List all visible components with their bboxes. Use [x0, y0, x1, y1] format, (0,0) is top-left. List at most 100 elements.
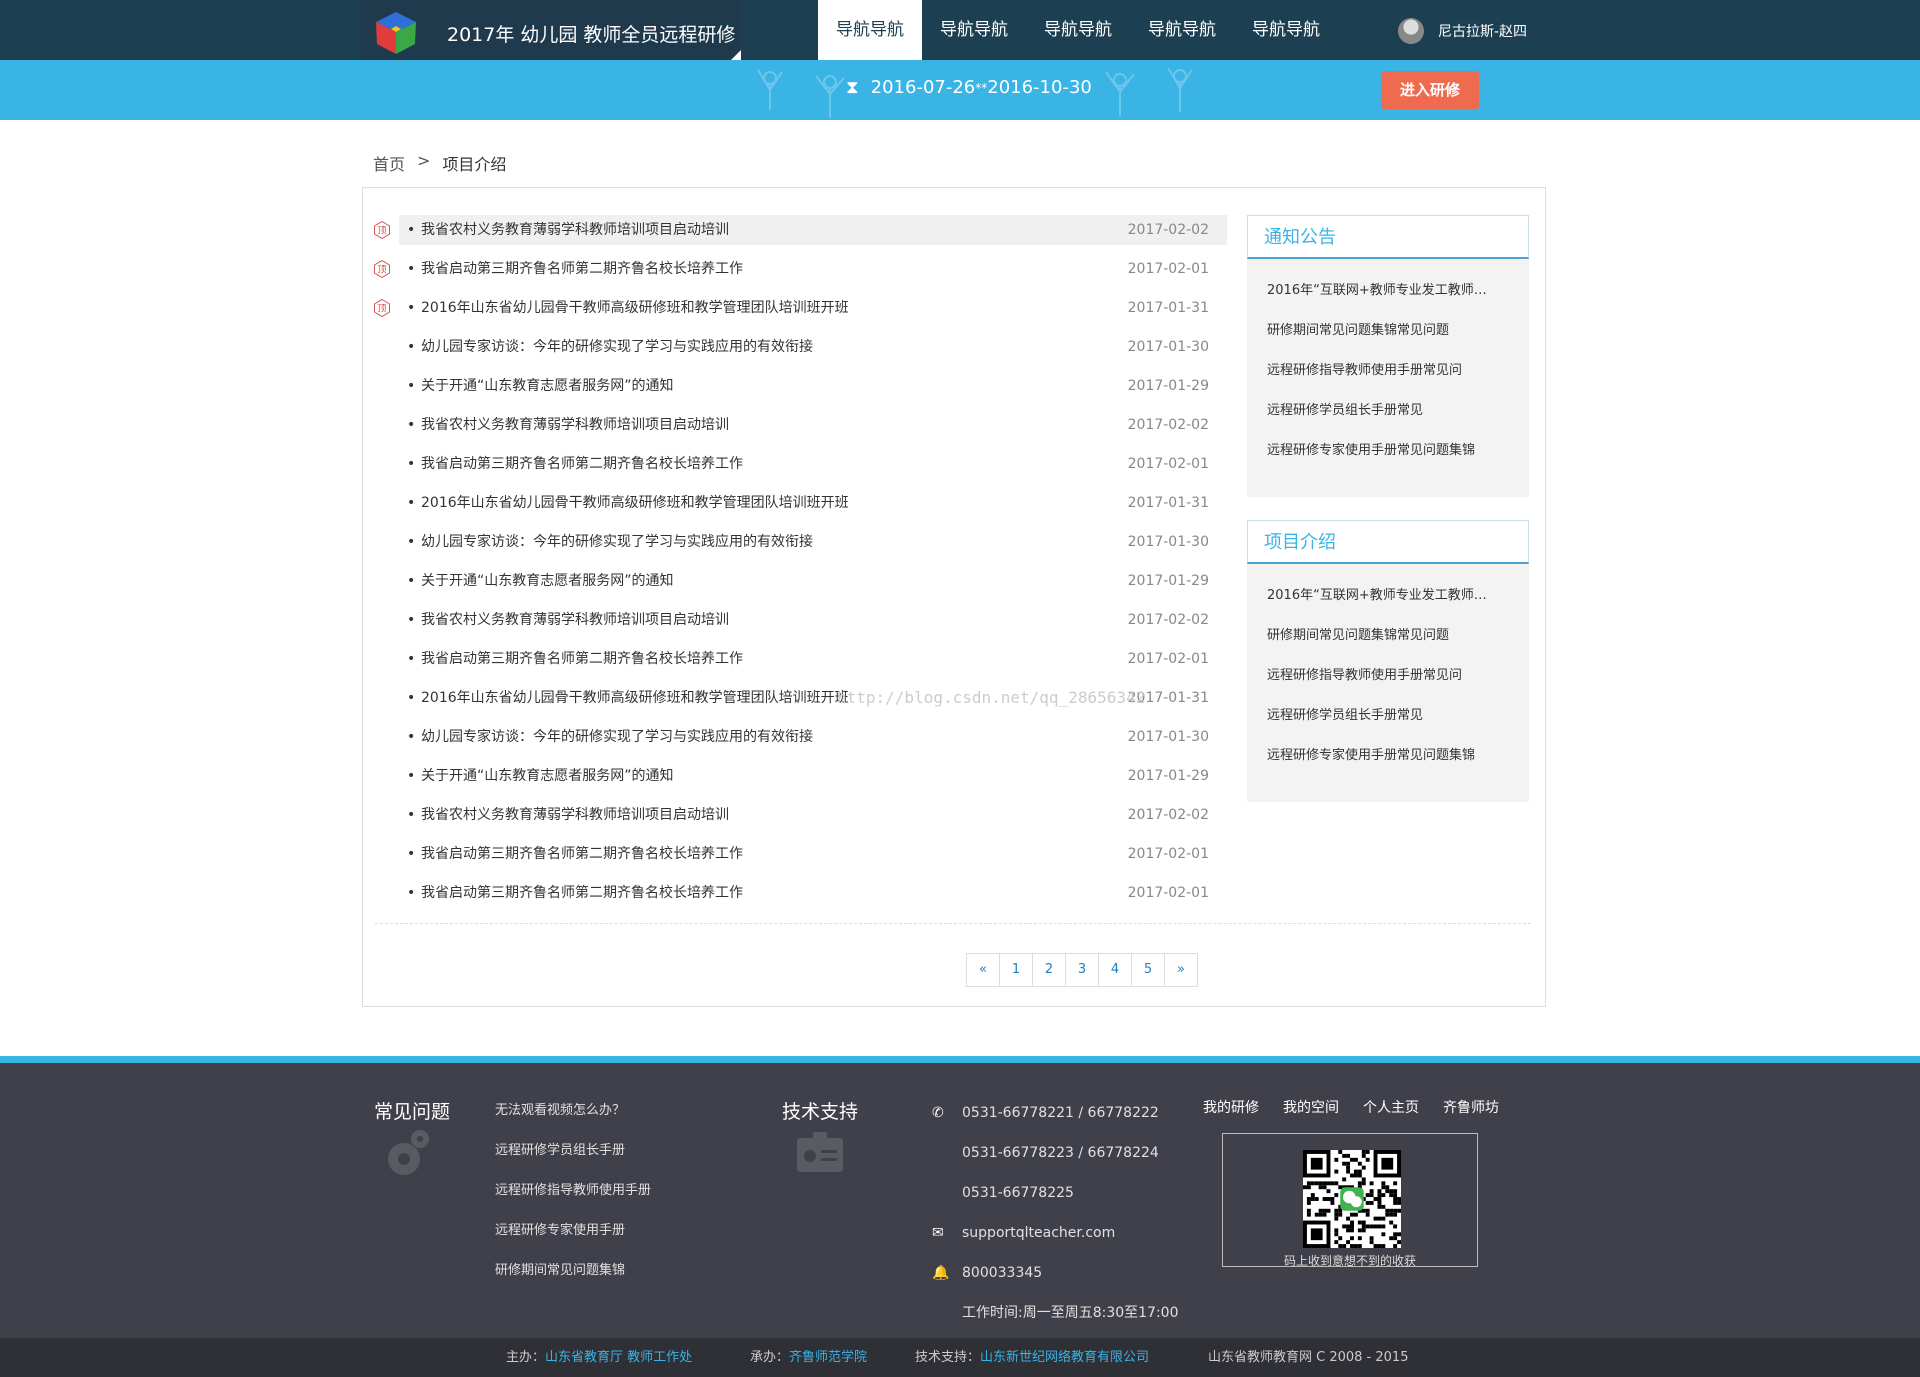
contact-text: 0531-66778221 / 66778222: [962, 1105, 1159, 1121]
project-item[interactable]: 研修期间常见问题集锦常见问题: [1267, 628, 1449, 643]
project-item[interactable]: 2016年“互联网+教师专业发工教师…: [1267, 588, 1487, 603]
notice-item[interactable]: 远程研修学员组长手册常见: [1267, 403, 1423, 418]
news-date: 2017-01-30: [1127, 729, 1209, 745]
brand[interactable]: 2017年 幼儿园 教师全员远程研修: [361, 0, 741, 60]
list-item[interactable]: • 我省农村义务教育薄弱学科教师培训项目启动培训 2017-02-02: [369, 605, 1229, 644]
notice-item[interactable]: 远程研修专家使用手册常见问题集锦: [1267, 443, 1475, 458]
notice-title: 通知公告: [1247, 215, 1529, 259]
news-title[interactable]: 关于开通“山东教育志愿者服务网”的通知: [421, 371, 674, 401]
news-title[interactable]: 我省启动第三期齐鲁名师第二期齐鲁名校长培养工作: [421, 254, 743, 284]
news-date: 2017-01-30: [1127, 534, 1209, 550]
page-1-button[interactable]: 1: [999, 953, 1033, 987]
contact-row: 工作时间:周一至周五8:30至17:00: [932, 1293, 1179, 1333]
faq-link[interactable]: 远程研修专家使用手册: [495, 1211, 651, 1251]
list-item[interactable]: • 我省启动第三期齐鲁名师第二期齐鲁名校长培养工作 2017-02-01: [369, 644, 1229, 683]
tech-info: 技术支持：山东新世纪网络教育有限公司: [915, 1338, 1149, 1377]
page-5-button[interactable]: 5: [1131, 953, 1165, 987]
footer-nav-link[interactable]: 齐鲁师坊: [1443, 1097, 1499, 1117]
notice-item[interactable]: 2016年“互联网+教师专业发工教师…: [1267, 283, 1487, 298]
page-3-button[interactable]: 3: [1065, 953, 1099, 987]
news-title[interactable]: 我省农村义务教育薄弱学科教师培训项目启动培训: [421, 410, 729, 440]
bullet-icon: •: [407, 417, 416, 433]
faq-link[interactable]: 远程研修指导教师使用手册: [495, 1171, 651, 1211]
list-item[interactable]: • 我省农村义务教育薄弱学科教师培训项目启动培训 2017-02-02: [369, 800, 1229, 839]
contact-row: 🔔 800033345: [932, 1253, 1179, 1293]
nav-item-2[interactable]: 导航导航: [922, 0, 1026, 60]
news-title[interactable]: 幼儿园专家访谈：今年的研修实现了学习与实践应用的有效衔接: [421, 722, 813, 752]
copyright-bar: 主办：山东省教育厅 教师工作处 承办：齐鲁师范学院 技术支持：山东新世纪网络教育…: [0, 1338, 1920, 1377]
news-date: 2017-02-01: [1127, 456, 1209, 472]
gear-icon: [388, 1130, 429, 1175]
news-title[interactable]: 幼儿园专家访谈：今年的研修实现了学习与实践应用的有效衔接: [421, 527, 813, 557]
page-4-button[interactable]: 4: [1098, 953, 1132, 987]
phone-icon: ✆: [932, 1105, 944, 1121]
enter-training-button[interactable]: 进入研修: [1381, 71, 1479, 109]
news-title[interactable]: 2016年山东省幼儿园骨干教师高级研修班和教学管理团队培训班开班: [421, 683, 849, 713]
page-2-button[interactable]: 2: [1032, 953, 1066, 987]
list-item[interactable]: • 我省启动第三期齐鲁名师第二期齐鲁名校长培养工作 2017-02-01: [369, 839, 1229, 878]
news-title[interactable]: 2016年山东省幼儿园骨干教师高级研修班和教学管理团队培训班开班: [421, 488, 849, 518]
list-item[interactable]: 顶 • 2016年山东省幼儿园骨干教师高级研修班和教学管理团队培训班开班 2017-0…: [369, 293, 1229, 332]
list-item[interactable]: • 关于开通“山东教育志愿者服务网”的通知 2017-01-29: [369, 566, 1229, 605]
user-name[interactable]: 尼古拉斯-赵四: [1438, 21, 1527, 41]
faq-link[interactable]: 无法观看视频怎么办？: [495, 1091, 651, 1131]
list-item[interactable]: 顶 • 我省启动第三期齐鲁名师第二期齐鲁名校长培养工作 2017-02-01: [369, 254, 1229, 293]
news-title[interactable]: 我省农村义务教育薄弱学科教师培训项目启动培训: [421, 800, 729, 830]
breadcrumb-home[interactable]: 首页: [373, 151, 405, 175]
project-item[interactable]: 远程研修指导教师使用手册常见问: [1267, 668, 1462, 683]
list-item[interactable]: • 2016年山东省幼儿园骨干教师高级研修班和教学管理团队培训班开班 2017-01…: [369, 488, 1229, 527]
notice-item[interactable]: 远程研修指导教师使用手册常见问: [1267, 363, 1462, 378]
news-title[interactable]: 我省启动第三期齐鲁名师第二期齐鲁名校长培养工作: [421, 644, 743, 674]
footer-nav-link[interactable]: 我的研修: [1203, 1097, 1259, 1117]
project-item[interactable]: 远程研修学员组长手册常见: [1267, 708, 1423, 723]
news-title[interactable]: 我省启动第三期齐鲁名师第二期齐鲁名校长培养工作: [421, 449, 743, 479]
top-pinned-badge-icon: 顶: [374, 299, 390, 317]
tech-link[interactable]: 山东新世纪网络教育有限公司: [980, 1350, 1149, 1365]
project-item[interactable]: 远程研修专家使用手册常见问题集锦: [1267, 748, 1475, 763]
news-title[interactable]: 幼儿园专家访谈：今年的研修实现了学习与实践应用的有效衔接: [421, 332, 813, 362]
list-item[interactable]: • 我省启动第三期齐鲁名师第二期齐鲁名校长培养工作 2017-02-01: [369, 878, 1229, 917]
list-item[interactable]: • 幼儿园专家访谈：今年的研修实现了学习与实践应用的有效衔接 2017-01-30: [369, 527, 1229, 566]
footer-nav-link[interactable]: 个人主页: [1363, 1097, 1419, 1117]
news-title[interactable]: 2016年山东省幼儿园骨干教师高级研修班和教学管理团队培训班开班: [421, 293, 849, 323]
organizer-link[interactable]: 齐鲁师范学院: [789, 1350, 867, 1365]
list-item[interactable]: • 我省启动第三期齐鲁名师第二期齐鲁名校长培养工作 2017-02-01: [369, 449, 1229, 488]
prev-page-button[interactable]: «: [966, 953, 1000, 987]
nav-item-4[interactable]: 导航导航: [1130, 0, 1234, 60]
qr-box: 码上收到意想不到的收获: [1222, 1133, 1478, 1268]
host-link[interactable]: 山东省教育厅 教师工作处: [545, 1350, 692, 1365]
avatar[interactable]: [1398, 18, 1424, 44]
list-item[interactable]: • 幼儿园专家访谈：今年的研修实现了学习与实践应用的有效衔接 2017-01-30: [369, 722, 1229, 761]
news-date: 2017-02-02: [1127, 612, 1209, 628]
list-item[interactable]: • 幼儿园专家访谈：今年的研修实现了学习与实践应用的有效衔接 2017-01-30: [369, 332, 1229, 371]
bullet-icon: •: [407, 495, 416, 511]
user-menu[interactable]: 尼古拉斯-赵四: [1398, 18, 1527, 44]
list-item[interactable]: 顶 • 我省农村义务教育薄弱学科教师培训项目启动培训 2017-02-02: [369, 215, 1229, 254]
news-date: 2017-01-31: [1127, 300, 1209, 316]
notice-item[interactable]: 研修期间常见问题集锦常见问题: [1267, 323, 1449, 338]
organizer-info: 承办：齐鲁师范学院: [750, 1338, 867, 1377]
nav-item-1[interactable]: 导航导航: [818, 0, 922, 60]
contact-text: supportqlteacher.com: [962, 1225, 1116, 1241]
faq-link[interactable]: 远程研修学员组长手册: [495, 1131, 651, 1171]
nav-item-3[interactable]: 导航导航: [1026, 0, 1130, 60]
news-date: 2017-01-30: [1127, 339, 1209, 355]
qq-icon: 🔔: [932, 1265, 950, 1281]
next-page-button[interactable]: »: [1164, 953, 1198, 987]
list-item[interactable]: • 我省农村义务教育薄弱学科教师培训项目启动培训 2017-02-02: [369, 410, 1229, 449]
list-item[interactable]: • 关于开通“山东教育志愿者服务网”的通知 2017-01-29: [369, 761, 1229, 800]
date-banner: ⧗ 2016-07-26 ** 2016-10-30 进入研修: [0, 60, 1920, 120]
news-title[interactable]: 关于开通“山东教育志愿者服务网”的通知: [421, 761, 674, 791]
news-title[interactable]: 我省启动第三期齐鲁名师第二期齐鲁名校长培养工作: [421, 839, 743, 869]
top-pinned-badge-icon: 顶: [374, 260, 390, 278]
news-title[interactable]: 我省农村义务教育薄弱学科教师培训项目启动培训: [421, 605, 729, 635]
list-item[interactable]: • 关于开通“山东教育志愿者服务网”的通知 2017-01-29: [369, 371, 1229, 410]
bullet-icon: •: [407, 612, 416, 628]
news-title[interactable]: 我省启动第三期齐鲁名师第二期齐鲁名校长培养工作: [421, 878, 743, 908]
news-title[interactable]: 关于开通“山东教育志愿者服务网”的通知: [421, 566, 674, 596]
nav-item-5[interactable]: 导航导航: [1234, 0, 1338, 60]
faq-link[interactable]: 研修期间常见问题集锦: [495, 1251, 651, 1291]
news-title[interactable]: 我省农村义务教育薄弱学科教师培训项目启动培训: [421, 215, 729, 245]
start-date: 2016-07-26: [870, 77, 976, 98]
footer-nav-link[interactable]: 我的空间: [1283, 1097, 1339, 1117]
